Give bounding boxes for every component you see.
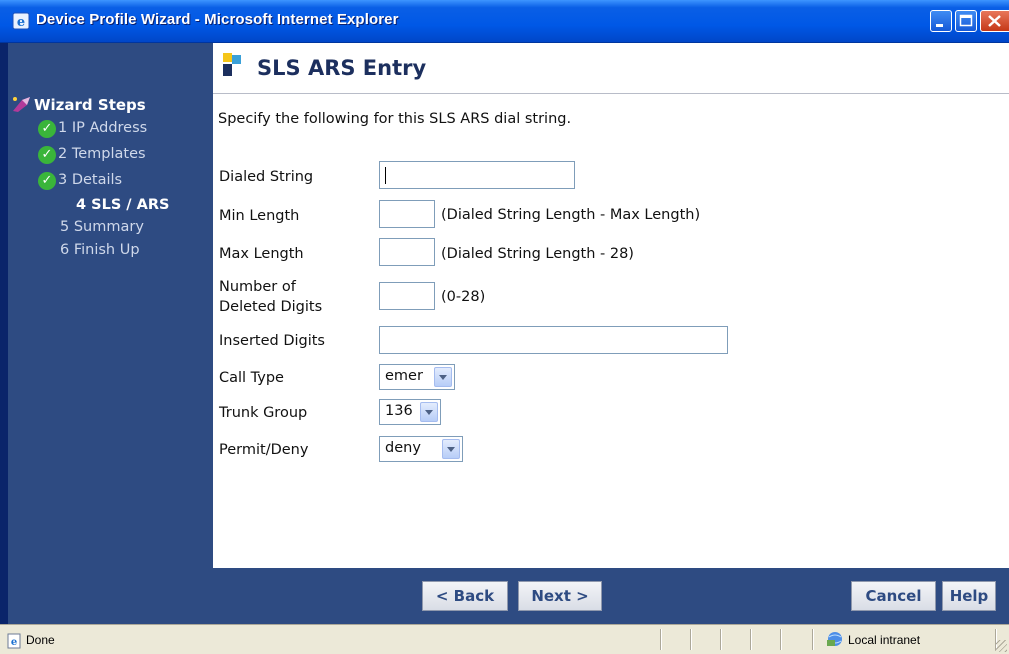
min-length-label: Min Length [219, 208, 300, 224]
page-title: SLS ARS Entry [257, 56, 427, 80]
dialed-string-input[interactable] [379, 161, 575, 189]
help-button[interactable]: Help [942, 581, 996, 611]
window-title: Device Profile Wizard - Microsoft Intern… [36, 11, 399, 28]
chevron-down-icon[interactable] [420, 402, 438, 422]
chevron-down-icon[interactable] [442, 439, 460, 459]
ie-icon: e [12, 12, 30, 30]
cancel-button[interactable]: Cancel [851, 581, 936, 611]
status-separator [780, 629, 782, 650]
max-length-label: Max Length [219, 246, 304, 262]
trunk-group-select[interactable]: 136 [379, 399, 441, 425]
back-button[interactable]: < Back [422, 581, 508, 611]
status-bar: e Done Local intranet [0, 624, 1009, 654]
maximize-button[interactable] [955, 10, 977, 32]
wizard-icon [13, 97, 30, 112]
svg-text:e: e [17, 15, 25, 30]
check-icon: ✓ [38, 120, 56, 138]
zone-text: Local intranet [848, 633, 921, 647]
wizard-frame: Wizard Steps ✓ 1 IP Address ✓ 2 Templates … [8, 43, 1009, 624]
content-panel: SLS ARS Entry Specify the following for … [213, 43, 1009, 568]
deleted-digits-hint: (0-28) [441, 289, 486, 305]
deleted-digits-label: Number of Deleted Digits [219, 277, 322, 317]
deleted-digits-label-line2: Deleted Digits [219, 299, 323, 315]
deleted-digits-label-line1: Number of [219, 279, 296, 295]
inserted-digits-input[interactable] [379, 326, 728, 354]
step-label: 3 Details [58, 172, 123, 188]
permit-deny-select[interactable]: deny [379, 436, 463, 462]
wizard-steps-label: Wizard Steps [34, 96, 146, 114]
check-icon: ✓ [38, 146, 56, 164]
status-separator [720, 629, 722, 650]
status-separator [660, 629, 662, 650]
status-separator [812, 629, 814, 650]
check-icon: ✓ [38, 172, 56, 190]
chevron-down-icon[interactable] [434, 367, 452, 387]
call-type-label: Call Type [219, 370, 284, 386]
step-ip-address: ✓ 1 IP Address [38, 120, 147, 138]
call-type-select[interactable]: emer [379, 364, 455, 390]
intranet-icon [827, 632, 842, 646]
ie-page-icon: e [7, 633, 21, 649]
minimize-button[interactable] [930, 10, 952, 32]
step-finish-up: 6 Finish Up [60, 242, 140, 258]
status-separator [690, 629, 692, 650]
permit-deny-label: Permit/Deny [219, 442, 309, 458]
text-caret [385, 167, 386, 184]
step-details: ✓ 3 Details [38, 172, 122, 190]
svg-text:e: e [11, 637, 17, 648]
title-bar: e Device Profile Wizard - Microsoft Inte… [0, 0, 1009, 43]
close-button[interactable] [980, 10, 1009, 32]
wizard-sidebar: Wizard Steps ✓ 1 IP Address ✓ 2 Templates … [8, 43, 213, 568]
wizard-button-bar: < Back Next > Cancel Help [8, 568, 1009, 624]
trunk-group-label: Trunk Group [219, 405, 308, 421]
step-label: 1 IP Address [58, 120, 148, 136]
min-length-input[interactable] [379, 200, 435, 228]
intro-text: Specify the following for this SLS ARS d… [218, 111, 572, 127]
step-sls-ars: 4 SLS / ARS [76, 197, 170, 213]
inserted-digits-label: Inserted Digits [219, 333, 325, 349]
wizard-steps-heading: Wizard Steps [10, 95, 146, 114]
title-divider [213, 93, 1009, 94]
resize-grip[interactable] [995, 640, 1007, 652]
deleted-digits-input[interactable] [379, 282, 435, 310]
step-label: 2 Templates [58, 146, 146, 162]
close-icon [988, 15, 1001, 27]
trunk-group-value: 136 [385, 403, 413, 419]
max-length-input[interactable] [379, 238, 435, 266]
dialed-string-label: Dialed String [219, 169, 314, 185]
permit-deny-value: deny [385, 440, 421, 456]
page-logo-icon [223, 53, 241, 76]
step-templates: ✓ 2 Templates [38, 146, 146, 164]
maximize-icon [959, 14, 973, 27]
browser-window: e Device Profile Wizard - Microsoft Inte… [0, 0, 1009, 654]
max-length-hint: (Dialed String Length - 28) [441, 246, 634, 262]
status-separator [750, 629, 752, 650]
next-button[interactable]: Next > [518, 581, 602, 611]
call-type-value: emer [385, 368, 423, 384]
minimize-icon [936, 24, 943, 27]
step-summary: 5 Summary [60, 219, 144, 235]
min-length-hint: (Dialed String Length - Max Length) [441, 207, 701, 223]
status-text: Done [26, 633, 55, 647]
